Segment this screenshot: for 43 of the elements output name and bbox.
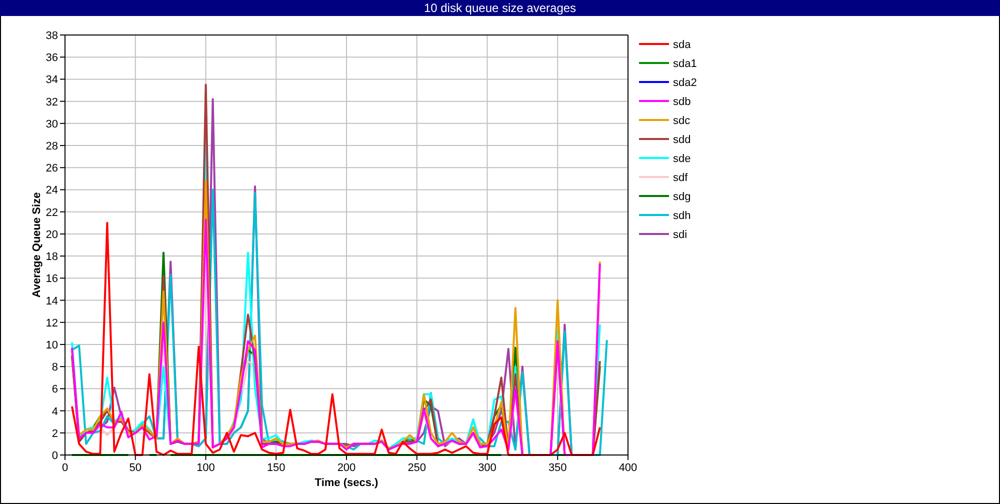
axis-tick-label: 22 [46,206,58,219]
axis-tick-label: 32 [46,96,58,108]
axis-tick-label: 0 [52,450,58,462]
legend-label: sdf [673,172,688,184]
axis-tick-label: 24 [46,184,58,197]
x-axis-title: Time (secs.) [314,477,378,489]
legend-label: sde [673,153,691,165]
axis-tick-label: 14 [46,295,58,308]
axis-tick-label: 26 [46,162,58,175]
legend-label: sdb [673,96,691,108]
axis-tick-label: 150 [266,462,286,474]
y-axis-title: Average Queue Size [31,192,43,298]
legend-label: sda [673,39,691,51]
axis-tick-label: 20 [46,228,58,241]
legend-label: sda2 [673,77,697,89]
legend-label: sdg [673,191,691,203]
axis-tick-label: 100 [196,462,215,474]
legend-label: sdh [673,210,691,222]
axis-tick-label: 2 [52,428,58,440]
axis-tick-label: 36 [46,52,58,64]
legend-label: sdd [673,134,691,146]
axis-tick-label: 350 [548,462,567,474]
axis-tick-label: 38 [46,30,58,42]
axis-tick-label: 34 [46,74,58,86]
axis-tick-label: 18 [46,251,58,264]
axis-tick-label: 400 [618,462,638,474]
legend-label: sda1 [673,58,697,70]
axis-tick-label: 12 [46,317,58,330]
legend-label: sdi [673,229,688,241]
axis-tick-label: 28 [46,140,58,153]
axis-tick-label: 250 [408,462,426,474]
axis-tick-label: 8 [52,362,58,374]
axis-tick-label: 200 [337,462,356,474]
axis-tick-label: 4 [52,406,58,418]
axis-tick-label: 50 [129,462,142,474]
axis-tick-label: 6 [52,384,58,396]
axis-tick-label: 0 [62,462,68,474]
legend-label: sdc [673,115,690,127]
axis-tick-label: 30 [46,118,58,130]
axis-tick-label: 10 [46,339,58,352]
axis-tick-label: 16 [46,273,58,286]
axis-tick-label: 300 [478,462,496,474]
window-title: 10 disk queue size averages [424,1,576,15]
